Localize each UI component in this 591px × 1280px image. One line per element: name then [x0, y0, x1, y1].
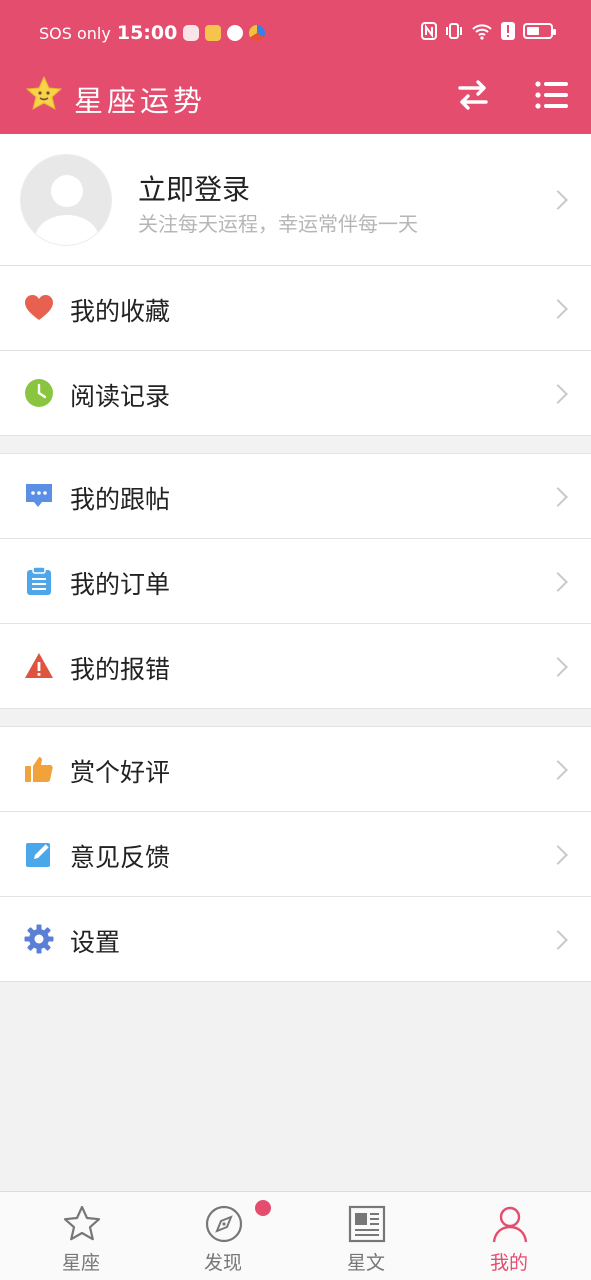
menu-item-my-reports[interactable]: 我的报错: [0, 624, 591, 709]
alert-icon: [501, 22, 515, 40]
menu-item-favorites[interactable]: 我的收藏: [0, 266, 591, 351]
comment-icon: [26, 484, 52, 507]
header: SOS only 15:00 星座运势: [0, 0, 591, 134]
warning-icon: [25, 653, 53, 678]
bottom-nav: 星座 发现 星文 我的: [0, 1191, 591, 1280]
person-icon: [492, 1206, 528, 1243]
menu-item-label: 我的报错: [70, 655, 171, 684]
menu-list-icon[interactable]: [532, 76, 570, 114]
chevron-right-icon: [548, 299, 568, 319]
tab-mine[interactable]: 我的: [449, 1192, 569, 1280]
chevron-right-icon: [548, 487, 568, 507]
menu-item-reading-history[interactable]: 阅读记录: [0, 351, 591, 436]
vibrate-icon: [446, 23, 462, 39]
edit-icon: [26, 843, 50, 867]
star-outline-icon: [63, 1205, 101, 1241]
tab-label: 星座: [61, 1252, 100, 1274]
notes-app-icon: [205, 25, 222, 41]
nfc-icon: [421, 22, 437, 40]
clock-icon: [25, 379, 53, 407]
menu-item-settings[interactable]: 设置: [0, 897, 591, 982]
menu-group-3: 赏个好评 意见反馈 设置: [0, 726, 591, 982]
carrier-text: SOS only: [39, 23, 111, 43]
menu-item-my-orders[interactable]: 我的订单: [0, 539, 591, 624]
menu-item-rate-us[interactable]: 赏个好评: [0, 727, 591, 812]
tab-label: 星文: [346, 1252, 385, 1274]
tab-constellation[interactable]: 星座: [21, 1192, 141, 1280]
chevron-right-icon: [548, 657, 568, 677]
menu-item-label: 阅读记录: [70, 382, 171, 411]
chevron-right-icon: [548, 190, 568, 210]
game-icon: [183, 25, 200, 41]
tab-articles[interactable]: 星文: [306, 1192, 426, 1280]
notification-dot: [255, 1200, 271, 1216]
app-bar: 星座运势: [0, 66, 591, 134]
login-profile-row[interactable]: 立即登录 关注每天运程，幸运常伴每一天: [0, 134, 591, 266]
wifi-icon: [472, 24, 492, 40]
heart-icon: [25, 295, 53, 320]
tab-discover[interactable]: 发现: [163, 1192, 283, 1280]
status-time: 15:00: [116, 22, 178, 44]
newspaper-icon: [348, 1205, 386, 1243]
menu-item-label: 意见反馈: [70, 843, 171, 872]
multicolor-app-icon: [249, 25, 266, 41]
chevron-right-icon: [548, 930, 568, 950]
login-subtitle: 关注每天运程，幸运常伴每一天: [138, 212, 418, 236]
login-title: 立即登录: [138, 173, 251, 206]
chevron-right-icon: [548, 760, 568, 780]
menu-item-label: 我的跟帖: [70, 485, 171, 514]
shield-icon: [227, 25, 244, 41]
app-title: 星座运势: [74, 84, 207, 118]
avatar[interactable]: [20, 154, 112, 246]
menu-item-label: 我的收藏: [70, 297, 171, 326]
menu-item-feedback[interactable]: 意见反馈: [0, 812, 591, 897]
status-bar: SOS only 15:00: [0, 0, 591, 66]
avatar-placeholder-icon: [35, 175, 99, 245]
chevron-right-icon: [548, 845, 568, 865]
gear-icon: [24, 924, 54, 954]
battery-icon: [523, 23, 556, 39]
menu-item-label: 设置: [70, 928, 121, 957]
tab-label: 发现: [203, 1252, 242, 1274]
menu-item-label: 我的订单: [70, 570, 171, 599]
compass-icon: [205, 1205, 243, 1243]
menu-group-1: 我的收藏 阅读记录: [0, 266, 591, 436]
chevron-right-icon: [548, 384, 568, 404]
menu-item-my-replies[interactable]: 我的跟帖: [0, 454, 591, 539]
swap-icon[interactable]: [454, 76, 492, 114]
thumbs-up-icon: [25, 757, 53, 782]
star-logo-icon: [25, 75, 63, 110]
chevron-right-icon: [548, 572, 568, 592]
clipboard-icon: [27, 566, 51, 595]
tab-label: 我的: [489, 1252, 528, 1274]
menu-item-label: 赏个好评: [70, 758, 171, 787]
menu-group-2: 我的跟帖 我的订单 我的报错: [0, 453, 591, 709]
